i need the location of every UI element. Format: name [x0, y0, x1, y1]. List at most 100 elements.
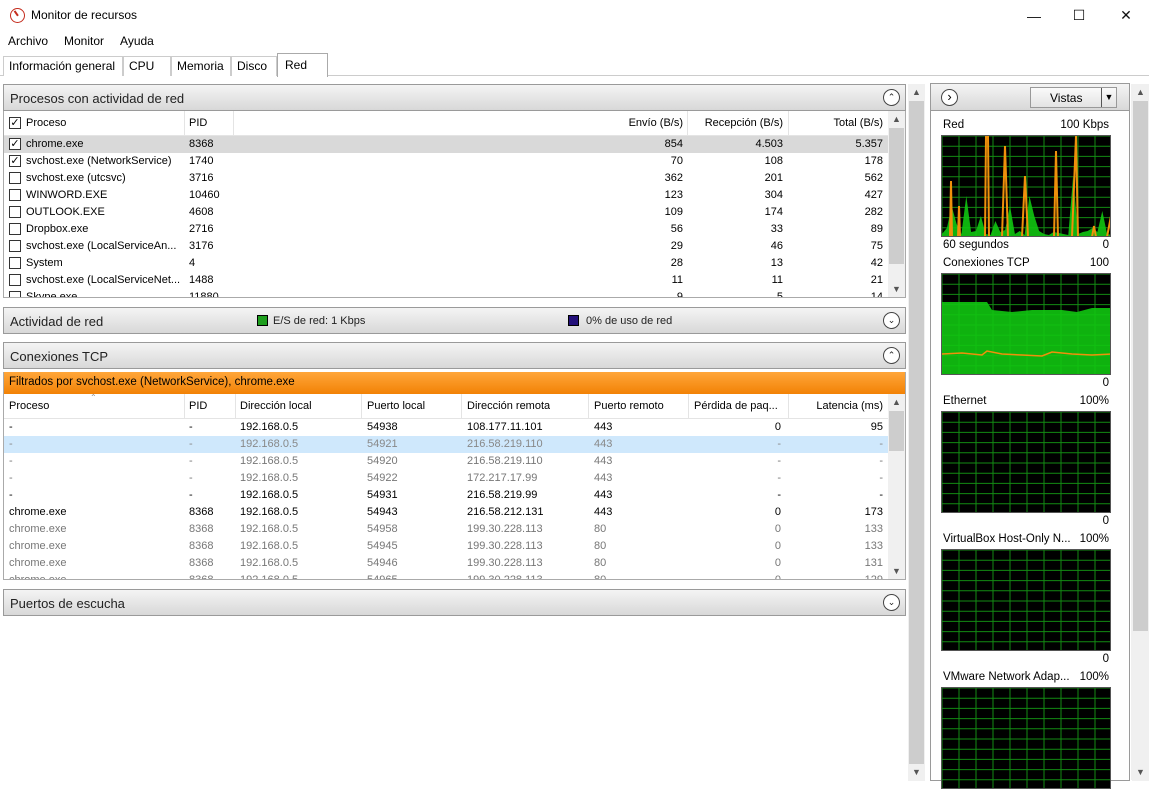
table-row[interactable]: - - 192.168.0.5 54922 172.217.17.99 443 - -	[4, 470, 890, 487]
collapse-chevron-icon[interactable]: ⌃	[883, 347, 900, 364]
col-latencia[interactable]: Latencia (ms)	[788, 400, 883, 412]
tab-disco[interactable]: Disco	[231, 56, 277, 76]
col-pid[interactable]: PID	[189, 117, 207, 129]
scroll-thumb[interactable]	[909, 101, 924, 764]
table-row[interactable]: chrome.exe 8368 192.168.0.5 54943 216.58.212…	[4, 504, 890, 521]
scroll-down-icon[interactable]: ▼	[908, 764, 925, 781]
net-activity-header[interactable]: Actividad de red E/S de red: 1 Kbps 0% d…	[3, 307, 906, 334]
tab-red[interactable]: Red	[277, 53, 328, 77]
col-puerto-local[interactable]: Puerto local	[367, 400, 425, 412]
table-row[interactable]: Skype.exe 11880 9 5 14	[4, 289, 890, 298]
views-dropdown[interactable]: Vistas ▼	[1030, 87, 1117, 108]
cell-puerto-local: 54958	[367, 523, 398, 535]
scroll-thumb[interactable]	[1133, 101, 1148, 631]
graphs-scrollbar[interactable]: ▲ ▼	[1132, 84, 1149, 781]
process-checkbox[interactable]: ✓	[9, 138, 21, 150]
col-envio[interactable]: Envío (B/s)	[564, 117, 683, 129]
col-total[interactable]: Total (B/s)	[788, 117, 883, 129]
process-checkbox[interactable]: ✓	[9, 155, 21, 167]
net-processes-header[interactable]: Procesos con actividad de red ⌃	[3, 84, 906, 111]
tcp-connections-header[interactable]: Conexiones TCP ⌃	[3, 342, 906, 369]
cell-direccion-remota: 199.30.228.113	[467, 557, 543, 569]
table-row[interactable]: svchost.exe (LocalServiceAn... 3176 29 46 75	[4, 238, 890, 255]
table-row[interactable]: svchost.exe (LocalServiceNet... 1488 11 11 2…	[4, 272, 890, 289]
process-checkbox[interactable]	[9, 257, 21, 269]
process-checkbox[interactable]	[9, 223, 21, 235]
cell-recepcion: 174	[764, 206, 783, 218]
table-row[interactable]: chrome.exe 8368 192.168.0.5 54945 199.30.228…	[4, 538, 890, 555]
process-checkbox[interactable]	[9, 172, 21, 184]
collapse-chevron-icon[interactable]: ⌃	[883, 89, 900, 106]
table-row[interactable]: chrome.exe 8368 192.168.0.5 54946 199.30.228…	[4, 555, 890, 572]
col-direccion-local[interactable]: Dirección local	[240, 400, 312, 412]
table-row[interactable]: svchost.exe (utcsvc) 3716 362 201 562	[4, 170, 890, 187]
process-checkbox[interactable]	[9, 291, 21, 297]
select-all-checkbox[interactable]: ✓	[9, 117, 21, 129]
menu-ayuda[interactable]: Ayuda	[112, 31, 162, 51]
vertical-scrollbar[interactable]: ▲ ▼	[888, 394, 905, 579]
scroll-up-icon[interactable]: ▲	[888, 394, 905, 411]
table-row[interactable]: chrome.exe 8368 192.168.0.5 54965 199.30.228…	[4, 572, 890, 579]
col-puerto-remoto[interactable]: Puerto remoto	[594, 400, 664, 412]
scroll-up-icon[interactable]: ▲	[888, 111, 905, 128]
col-recepcion[interactable]: Recepción (B/s)	[687, 117, 783, 129]
expand-arrow-icon[interactable]: ›	[941, 89, 958, 106]
col-pid[interactable]: PID	[189, 400, 207, 412]
menu-monitor[interactable]: Monitor	[56, 31, 112, 51]
cell-direccion-local: 192.168.0.5	[240, 472, 299, 484]
net-processes-title: Procesos con actividad de red	[10, 91, 185, 106]
process-checkbox[interactable]	[9, 206, 21, 218]
tab-memoria[interactable]: Memoria	[171, 56, 231, 76]
cell-pid: 2716	[189, 223, 214, 235]
col-proceso[interactable]: Proceso	[26, 117, 66, 129]
close-button[interactable]: ✕	[1103, 0, 1149, 31]
graph-label: Ethernet	[943, 395, 987, 407]
expand-chevron-icon[interactable]: ⌄	[883, 594, 900, 611]
menu-archivo[interactable]: Archivo	[0, 31, 56, 51]
table-row[interactable]: ✓ svchost.exe (NetworkService) 1740 70 108 17…	[4, 153, 890, 170]
minimize-button[interactable]: —	[1011, 0, 1057, 31]
scroll-thumb[interactable]	[889, 128, 904, 264]
scroll-down-icon[interactable]: ▼	[888, 281, 905, 297]
net-io-label: E/S de red: 1 Kbps	[273, 315, 366, 327]
vertical-scrollbar[interactable]: ▲ ▼	[888, 111, 905, 297]
tab-cpu[interactable]: CPU	[123, 56, 171, 76]
table-row[interactable]: OUTLOOK.EXE 4608 109 174 282	[4, 204, 890, 221]
cell-latencia: -	[879, 438, 883, 450]
table-row[interactable]: ✓ chrome.exe 8368 854 4.503 5.357	[4, 136, 890, 153]
table-row[interactable]: - - 192.168.0.5 54920 216.58.219.110 443 - -	[4, 453, 890, 470]
listening-ports-header[interactable]: Puertos de escucha ⌄	[3, 589, 906, 616]
cell-puerto-remoto: 443	[594, 421, 613, 433]
scroll-up-icon[interactable]: ▲	[1132, 84, 1149, 101]
table-row[interactable]: WINWORD.EXE 10460 123 304 427	[4, 187, 890, 204]
col-proceso[interactable]: Proceso	[9, 400, 49, 412]
tab-informacion-general[interactable]: Información general	[3, 56, 123, 76]
table-row[interactable]: - - 192.168.0.5 54938 108.177.11.101 443 0 95	[4, 419, 890, 436]
table-row[interactable]: Dropbox.exe 2716 56 33 89	[4, 221, 890, 238]
cell-direccion-remota: 172.217.17.99	[467, 472, 538, 484]
scroll-up-icon[interactable]: ▲	[908, 84, 925, 101]
dropdown-arrow-icon[interactable]: ▼	[1101, 88, 1116, 107]
cell-direccion-remota: 199.30.228.113	[467, 540, 543, 552]
cell-recepcion: 46	[770, 240, 783, 252]
process-checkbox[interactable]	[9, 274, 21, 286]
scroll-down-icon[interactable]: ▼	[1132, 764, 1149, 781]
table-row[interactable]: - - 192.168.0.5 54921 216.58.219.110 443 - -	[4, 436, 890, 453]
scroll-thumb[interactable]	[889, 411, 904, 451]
graph-label: Red	[943, 119, 965, 131]
cell-recepcion: 5	[776, 291, 783, 298]
scroll-down-icon[interactable]: ▼	[888, 563, 905, 579]
cell-puerto-remoto: 80	[594, 557, 607, 569]
table-row[interactable]: System 4 28 13 42	[4, 255, 890, 272]
process-checkbox[interactable]	[9, 189, 21, 201]
expand-chevron-icon[interactable]: ⌄	[883, 312, 900, 329]
main-scrollbar[interactable]: ▲ ▼	[908, 84, 925, 781]
cell-direccion-remota: 216.58.219.99	[467, 489, 538, 501]
table-row[interactable]: chrome.exe 8368 192.168.0.5 54958 199.30.228…	[4, 521, 890, 538]
cell-total: 89	[870, 223, 883, 235]
table-row[interactable]: - - 192.168.0.5 54931 216.58.219.99 443 - -	[4, 487, 890, 504]
process-checkbox[interactable]	[9, 240, 21, 252]
col-perdida-paquetes[interactable]: Pérdida de paq...	[694, 400, 786, 412]
maximize-button[interactable]: ☐	[1056, 0, 1102, 31]
col-direccion-remota[interactable]: Dirección remota	[467, 400, 550, 412]
